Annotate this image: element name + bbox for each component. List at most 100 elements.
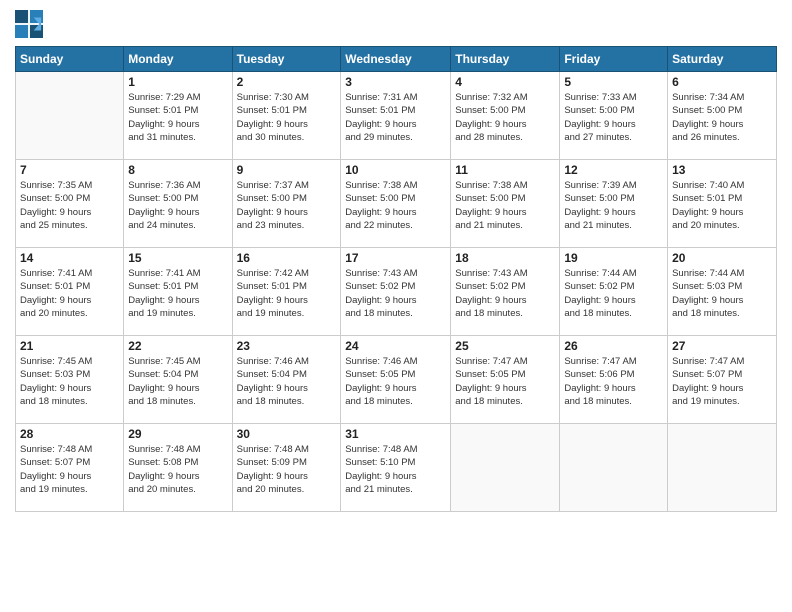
- day-number: 19: [564, 251, 663, 265]
- week-row-5: 28Sunrise: 7:48 AMSunset: 5:07 PMDayligh…: [16, 424, 777, 512]
- header-wednesday: Wednesday: [341, 47, 451, 72]
- day-number: 13: [672, 163, 772, 177]
- day-number: 10: [345, 163, 446, 177]
- header-tuesday: Tuesday: [232, 47, 341, 72]
- day-number: 25: [455, 339, 555, 353]
- calendar-cell: 29 Sunrise: 7:48 AMSunset: 5:08 PMDayligh…: [124, 424, 232, 512]
- day-number: 7: [20, 163, 119, 177]
- logo-icon: [15, 10, 43, 38]
- day-info: Sunrise: 7:48 AMSunset: 5:07 PMDaylight:…: [20, 443, 119, 496]
- day-info: Sunrise: 7:42 AMSunset: 5:01 PMDaylight:…: [237, 267, 337, 320]
- calendar-cell: 23 Sunrise: 7:46 AMSunset: 5:04 PMDayligh…: [232, 336, 341, 424]
- day-info: Sunrise: 7:38 AMSunset: 5:00 PMDaylight:…: [345, 179, 446, 232]
- calendar-cell: 5Sunrise: 7:33 AMSunset: 5:00 PMDaylight…: [560, 72, 668, 160]
- calendar-cell: [16, 72, 124, 160]
- day-number: 31: [345, 427, 446, 441]
- day-info: Sunrise: 7:43 AMSunset: 5:02 PMDaylight:…: [345, 267, 446, 320]
- day-number: 17: [345, 251, 446, 265]
- calendar-cell: [668, 424, 777, 512]
- calendar-cell: 13 Sunrise: 7:40 AMSunset: 5:01 PMDayligh…: [668, 160, 777, 248]
- page: SundayMondayTuesdayWednesdayThursdayFrid…: [0, 0, 792, 612]
- day-number: 6: [672, 75, 772, 89]
- day-info: Sunrise: 7:35 AMSunset: 5:00 PMDaylight:…: [20, 179, 119, 232]
- week-row-1: 1 Sunrise: 7:29 AMSunset: 5:01 PMDaylight…: [16, 72, 777, 160]
- header-monday: Monday: [124, 47, 232, 72]
- day-number: 26: [564, 339, 663, 353]
- calendar-cell: 8Sunrise: 7:36 AMSunset: 5:00 PMDaylight…: [124, 160, 232, 248]
- day-info: Sunrise: 7:30 AMSunset: 5:01 PMDaylight:…: [237, 91, 337, 144]
- day-number: 8: [128, 163, 227, 177]
- calendar-cell: 31 Sunrise: 7:48 AMSunset: 5:10 PMDayligh…: [341, 424, 451, 512]
- day-number: 18: [455, 251, 555, 265]
- day-info: Sunrise: 7:48 AMSunset: 5:08 PMDaylight:…: [128, 443, 227, 496]
- calendar-cell: 19 Sunrise: 7:44 AMSunset: 5:02 PMDayligh…: [560, 248, 668, 336]
- day-number: 22: [128, 339, 227, 353]
- day-number: 20: [672, 251, 772, 265]
- calendar-header-row: SundayMondayTuesdayWednesdayThursdayFrid…: [16, 47, 777, 72]
- day-info: Sunrise: 7:38 AMSunset: 5:00 PMDaylight:…: [455, 179, 555, 232]
- day-number: 27: [672, 339, 772, 353]
- calendar-cell: 9Sunrise: 7:37 AMSunset: 5:00 PMDaylight…: [232, 160, 341, 248]
- day-number: 30: [237, 427, 337, 441]
- header-sunday: Sunday: [16, 47, 124, 72]
- calendar-cell: 7 Sunrise: 7:35 AMSunset: 5:00 PMDaylight…: [16, 160, 124, 248]
- day-info: Sunrise: 7:37 AMSunset: 5:00 PMDaylight:…: [237, 179, 337, 232]
- week-row-4: 21Sunrise: 7:45 AMSunset: 5:03 PMDayligh…: [16, 336, 777, 424]
- calendar-cell: 1 Sunrise: 7:29 AMSunset: 5:01 PMDaylight…: [124, 72, 232, 160]
- day-number: 16: [237, 251, 337, 265]
- header-saturday: Saturday: [668, 47, 777, 72]
- day-info: Sunrise: 7:46 AMSunset: 5:04 PMDaylight:…: [237, 355, 337, 408]
- day-info: Sunrise: 7:48 AMSunset: 5:09 PMDaylight:…: [237, 443, 337, 496]
- day-number: 4: [455, 75, 555, 89]
- day-number: 24: [345, 339, 446, 353]
- day-info: Sunrise: 7:44 AMSunset: 5:02 PMDaylight:…: [564, 267, 663, 320]
- calendar-cell: 14 Sunrise: 7:41 AMSunset: 5:01 PMDayligh…: [16, 248, 124, 336]
- calendar-cell: 2Sunrise: 7:30 AMSunset: 5:01 PMDaylight…: [232, 72, 341, 160]
- calendar-cell: 15Sunrise: 7:41 AMSunset: 5:01 PMDayligh…: [124, 248, 232, 336]
- calendar-cell: 11Sunrise: 7:38 AMSunset: 5:00 PMDayligh…: [451, 160, 560, 248]
- calendar: SundayMondayTuesdayWednesdayThursdayFrid…: [15, 46, 777, 512]
- calendar-cell: [560, 424, 668, 512]
- day-number: 21: [20, 339, 119, 353]
- day-info: Sunrise: 7:34 AMSunset: 5:00 PMDaylight:…: [672, 91, 772, 144]
- day-number: 14: [20, 251, 119, 265]
- day-number: 29: [128, 427, 227, 441]
- calendar-cell: 21Sunrise: 7:45 AMSunset: 5:03 PMDayligh…: [16, 336, 124, 424]
- day-number: 3: [345, 75, 446, 89]
- day-info: Sunrise: 7:47 AMSunset: 5:06 PMDaylight:…: [564, 355, 663, 408]
- day-info: Sunrise: 7:40 AMSunset: 5:01 PMDaylight:…: [672, 179, 772, 232]
- calendar-cell: 27Sunrise: 7:47 AMSunset: 5:07 PMDayligh…: [668, 336, 777, 424]
- logo: [15, 10, 45, 38]
- calendar-cell: 12 Sunrise: 7:39 AMSunset: 5:00 PMDayligh…: [560, 160, 668, 248]
- calendar-cell: 30 Sunrise: 7:48 AMSunset: 5:09 PMDayligh…: [232, 424, 341, 512]
- calendar-cell: 26 Sunrise: 7:47 AMSunset: 5:06 PMDayligh…: [560, 336, 668, 424]
- day-info: Sunrise: 7:43 AMSunset: 5:02 PMDaylight:…: [455, 267, 555, 320]
- day-number: 15: [128, 251, 227, 265]
- day-info: Sunrise: 7:44 AMSunset: 5:03 PMDaylight:…: [672, 267, 772, 320]
- week-row-2: 7 Sunrise: 7:35 AMSunset: 5:00 PMDaylight…: [16, 160, 777, 248]
- header-friday: Friday: [560, 47, 668, 72]
- day-info: Sunrise: 7:31 AMSunset: 5:01 PMDaylight:…: [345, 91, 446, 144]
- day-info: Sunrise: 7:29 AMSunset: 5:01 PMDaylight:…: [128, 91, 227, 144]
- day-info: Sunrise: 7:32 AMSunset: 5:00 PMDaylight:…: [455, 91, 555, 144]
- calendar-cell: 24 Sunrise: 7:46 AMSunset: 5:05 PMDayligh…: [341, 336, 451, 424]
- day-info: Sunrise: 7:48 AMSunset: 5:10 PMDaylight:…: [345, 443, 446, 496]
- day-info: Sunrise: 7:46 AMSunset: 5:05 PMDaylight:…: [345, 355, 446, 408]
- day-info: Sunrise: 7:45 AMSunset: 5:04 PMDaylight:…: [128, 355, 227, 408]
- day-number: 5: [564, 75, 663, 89]
- day-info: Sunrise: 7:39 AMSunset: 5:00 PMDaylight:…: [564, 179, 663, 232]
- header-thursday: Thursday: [451, 47, 560, 72]
- calendar-cell: 4 Sunrise: 7:32 AMSunset: 5:00 PMDaylight…: [451, 72, 560, 160]
- calendar-cell: 10 Sunrise: 7:38 AMSunset: 5:00 PMDayligh…: [341, 160, 451, 248]
- calendar-cell: 25 Sunrise: 7:47 AMSunset: 5:05 PMDayligh…: [451, 336, 560, 424]
- day-number: 12: [564, 163, 663, 177]
- calendar-cell: 16 Sunrise: 7:42 AMSunset: 5:01 PMDayligh…: [232, 248, 341, 336]
- calendar-cell: [451, 424, 560, 512]
- week-row-3: 14 Sunrise: 7:41 AMSunset: 5:01 PMDayligh…: [16, 248, 777, 336]
- day-info: Sunrise: 7:47 AMSunset: 5:05 PMDaylight:…: [455, 355, 555, 408]
- calendar-cell: 6 Sunrise: 7:34 AMSunset: 5:00 PMDaylight…: [668, 72, 777, 160]
- calendar-cell: 22 Sunrise: 7:45 AMSunset: 5:04 PMDayligh…: [124, 336, 232, 424]
- day-info: Sunrise: 7:41 AMSunset: 5:01 PMDaylight:…: [20, 267, 119, 320]
- day-number: 1: [128, 75, 227, 89]
- day-number: 23: [237, 339, 337, 353]
